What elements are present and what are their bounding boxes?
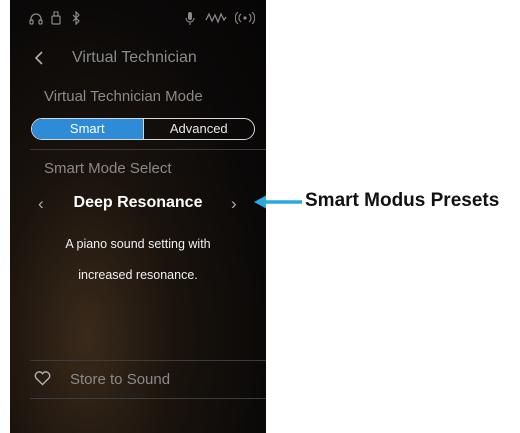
mode-section-label: Virtual Technician Mode — [44, 88, 203, 105]
preset-description-line1: A piano sound setting with — [65, 237, 211, 251]
store-to-sound-button[interactable]: Store to Sound — [10, 366, 266, 394]
divider — [30, 398, 266, 399]
wireless-icon — [235, 12, 255, 24]
status-bar — [10, 10, 266, 30]
title-bar: Virtual Technician — [10, 44, 266, 74]
smart-mode-button[interactable]: Smart — [32, 119, 143, 139]
microphone-icon — [185, 12, 195, 25]
back-arrow-icon[interactable] — [34, 51, 44, 65]
divider — [30, 360, 266, 361]
preset-name: Deep Resonance — [73, 194, 203, 211]
advanced-mode-button[interactable]: Advanced — [142, 119, 255, 139]
divider — [30, 149, 266, 150]
callout-label: Smart Modus Presets — [305, 190, 500, 211]
select-section-label: Smart Mode Select — [44, 160, 172, 177]
piano-app-screen: Virtual Technician Virtual Technician Mo… — [10, 0, 266, 433]
heart-icon — [34, 371, 51, 386]
bluetooth-icon — [72, 11, 80, 25]
store-label: Store to Sound — [70, 371, 171, 388]
callout-arrow-icon — [254, 195, 302, 209]
page-title: Virtual Technician — [72, 49, 197, 66]
usb-icon — [51, 11, 61, 25]
preset-description-line2: increased resonance. — [78, 268, 198, 282]
mode-toggle[interactable]: Smart Advanced — [31, 118, 255, 140]
preset-selector: ‹ Deep Resonance › — [10, 190, 266, 218]
recorder-icon — [205, 12, 227, 24]
headphones-icon — [29, 13, 43, 25]
next-preset-icon[interactable]: › — [231, 194, 237, 214]
